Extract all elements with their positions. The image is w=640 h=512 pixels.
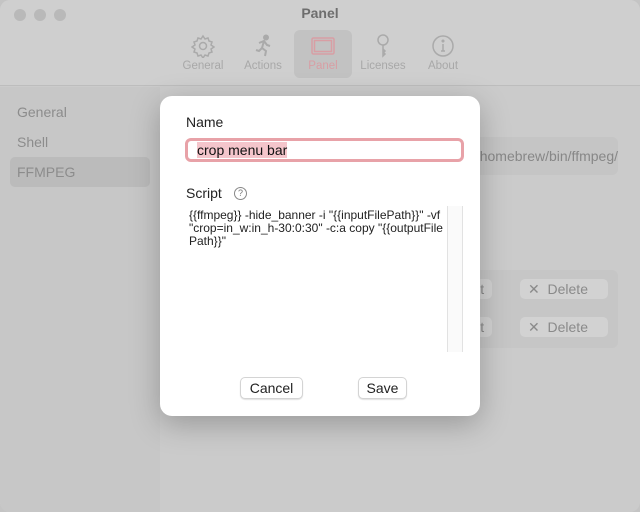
delete-label: Delete bbox=[547, 319, 588, 335]
scrollbar[interactable] bbox=[447, 206, 463, 352]
name-input[interactable]: crop menu bar bbox=[185, 138, 464, 162]
tab-label: About bbox=[427, 60, 459, 72]
tab-label: Actions bbox=[244, 60, 282, 72]
script-textarea[interactable]: {{ffmpeg}} -hide_banner -i "{{inputFileP… bbox=[187, 206, 447, 352]
tab-label: General bbox=[182, 60, 224, 72]
tab-about[interactable]: About bbox=[414, 30, 472, 78]
tab-general[interactable]: General bbox=[174, 30, 232, 78]
delete-label: Delete bbox=[547, 281, 588, 297]
edit-action-sheet: Name crop menu bar Script ? {{ffmpeg}} -… bbox=[160, 96, 480, 416]
tab-panel[interactable]: Panel bbox=[294, 30, 352, 78]
sidebar-item-ffmpeg[interactable]: FFMPEG bbox=[10, 157, 150, 187]
x-icon: ✕ bbox=[528, 319, 540, 335]
running-figure-icon bbox=[255, 34, 271, 57]
help-icon[interactable]: ? bbox=[234, 187, 247, 200]
toolbar: Panel General Actions Panel Licenses Abo… bbox=[0, 0, 640, 86]
name-label: Name bbox=[186, 114, 224, 130]
sidebar-item-shell[interactable]: Shell bbox=[10, 127, 150, 157]
delete-button[interactable]: ✕ Delete bbox=[520, 317, 608, 337]
tab-label: Licenses bbox=[360, 60, 406, 72]
save-button[interactable]: Save bbox=[358, 377, 407, 399]
name-value: crop menu bar bbox=[197, 142, 288, 158]
info-icon bbox=[432, 35, 454, 57]
tab-licenses[interactable]: Licenses bbox=[354, 30, 412, 78]
script-label: Script bbox=[186, 185, 222, 201]
panel-icon bbox=[311, 37, 335, 55]
delete-button[interactable]: ✕ Delete bbox=[520, 279, 608, 299]
gear-icon bbox=[191, 34, 215, 58]
key-icon bbox=[377, 34, 389, 58]
tab-actions[interactable]: Actions bbox=[234, 30, 292, 78]
window-title: Panel bbox=[301, 5, 339, 21]
cancel-button[interactable]: Cancel bbox=[240, 377, 303, 399]
ffmpeg-path-field[interactable]: /opt/homebrew/bin/ffmpeg bbox=[460, 137, 618, 175]
sidebar: General Shell FFMPEG bbox=[0, 87, 160, 512]
x-icon: ✕ bbox=[528, 281, 540, 297]
tab-label: Panel bbox=[308, 60, 338, 72]
sidebar-item-general[interactable]: General bbox=[10, 97, 150, 127]
